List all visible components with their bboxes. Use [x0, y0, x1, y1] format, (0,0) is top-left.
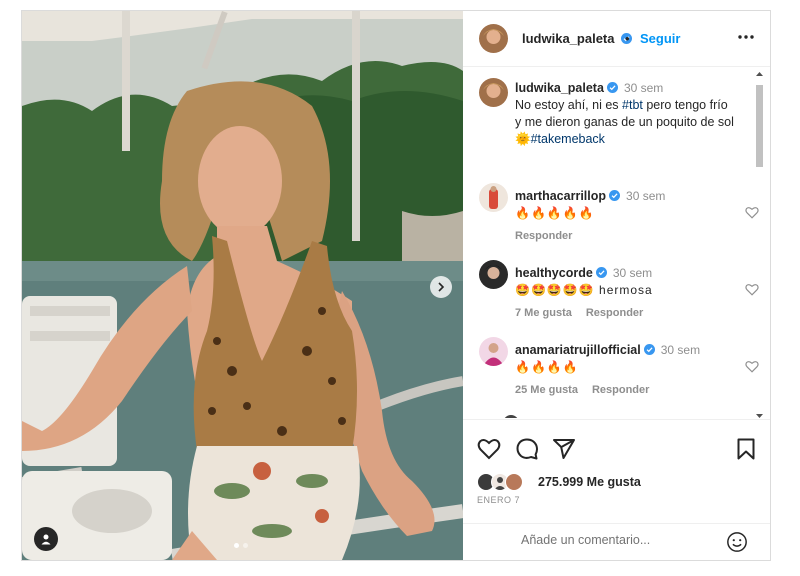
caption-text: No estoy ahí, ni es #tbt pero tengo frío… — [515, 97, 735, 148]
caption-time[interactable]: 30 sem — [624, 81, 663, 95]
emoji-icon[interactable] — [726, 531, 748, 553]
reply-button[interactable]: Responder — [586, 307, 643, 319]
comment-text: 🤩🤩🤩🤩🤩 hermosa — [515, 283, 653, 297]
verified-badge-icon — [643, 344, 655, 355]
comment-item: anamariatrujillofficial 30 sem 🔥🔥🔥🔥 25 Me… — [463, 337, 759, 409]
comment-text: 🔥🔥🔥🔥🔥 — [515, 206, 595, 220]
reply-button[interactable]: Responder — [592, 384, 649, 396]
carousel-dot — [243, 543, 248, 548]
comment-header: anamariatrujillofficial 30 sem — [515, 343, 700, 357]
post-side-panel: ludwika_paleta • Seguir ludwika_paleta 30… — [463, 11, 770, 560]
header-separator: • — [625, 31, 630, 46]
add-comment-bar — [463, 523, 770, 559]
user-tag-icon — [41, 534, 51, 545]
heart-icon[interactable] — [477, 437, 501, 461]
comment-text: 🔥🔥🔥🔥 — [515, 360, 579, 374]
more-horizontal-icon[interactable] — [736, 29, 756, 45]
user-tag-button[interactable] — [34, 527, 58, 551]
verified-badge-icon — [595, 267, 607, 278]
scrollbar-thumb[interactable] — [756, 85, 763, 167]
author-avatar[interactable] — [479, 24, 508, 53]
comment-likes[interactable]: 7 Me gusta — [515, 307, 572, 319]
scroll-up-icon[interactable] — [756, 71, 763, 77]
likes-count[interactable]: 275.999 Me gusta — [538, 475, 641, 489]
commenter-avatar-partial — [503, 415, 519, 418]
commenter-avatar[interactable] — [479, 183, 508, 212]
comment-meta: 7 Me gusta Responder — [515, 307, 657, 319]
hashtag-link[interactable]: #tbt — [622, 98, 643, 112]
comment-likes[interactable]: 25 Me gusta — [515, 384, 578, 396]
comment-item: marthacarrillop 30 sem 🔥🔥🔥🔥🔥 Responder — [463, 183, 759, 255]
comment-icon[interactable] — [515, 437, 539, 461]
comment-item: healthycorde 30 sem 🤩🤩🤩🤩🤩 hermosa 7 Me gu… — [463, 260, 759, 332]
comment-header: healthycorde 30 sem — [515, 266, 652, 280]
liker-avatar — [505, 473, 523, 491]
caption-avatar[interactable] — [479, 78, 508, 107]
comments-scrollbar[interactable] — [755, 71, 764, 419]
reply-button[interactable]: Responder — [515, 230, 572, 242]
carousel-indicator — [234, 543, 248, 548]
comment-time[interactable]: 30 sem — [613, 266, 652, 280]
author-username-text[interactable]: ludwika_paleta — [522, 31, 614, 46]
follow-button[interactable]: Seguir — [640, 31, 680, 46]
post-header: ludwika_paleta • Seguir — [463, 11, 770, 67]
comment-username[interactable]: healthycorde — [515, 266, 593, 280]
carousel-next-button[interactable] — [430, 276, 452, 298]
comment-header: marthacarrillop 30 sem — [515, 189, 665, 203]
send-icon[interactable] — [552, 437, 576, 461]
bookmark-icon[interactable] — [734, 437, 758, 461]
carousel-dot-active — [234, 543, 239, 548]
sun-emoji: 🌞 — [515, 132, 531, 146]
comment-username[interactable]: anamariatrujillofficial — [515, 343, 641, 357]
post-date[interactable]: ENERO 7 — [477, 495, 520, 505]
verified-badge-icon — [609, 190, 621, 201]
comment-username[interactable]: marthacarrillop — [515, 189, 606, 203]
post-media[interactable] — [22, 11, 463, 560]
comment-meta: 25 Me gusta Responder — [515, 384, 663, 396]
comment-time[interactable]: 30 sem — [626, 189, 665, 203]
caption-username[interactable]: ludwika_paleta — [515, 81, 604, 95]
post-photo — [22, 11, 463, 560]
caption-header: ludwika_paleta 30 sem — [515, 81, 663, 95]
hashtag-link[interactable]: #takemeback — [531, 132, 605, 146]
chevron-right-icon — [438, 282, 445, 292]
author-username[interactable]: ludwika_paleta — [522, 31, 633, 46]
comment-input[interactable] — [519, 532, 723, 548]
comment-time[interactable]: 30 sem — [661, 343, 700, 357]
verified-badge-icon — [606, 82, 618, 93]
commenter-avatar[interactable] — [479, 337, 508, 366]
commenter-avatar[interactable] — [479, 260, 508, 289]
comments-list[interactable]: ludwika_paleta 30 sem No estoy ahí, ni es… — [463, 68, 770, 418]
post-container: ludwika_paleta • Seguir ludwika_paleta 30… — [21, 10, 771, 561]
post-actions: 275.999 Me gusta ENERO 7 — [463, 419, 770, 559]
comment-meta: Responder — [515, 230, 586, 242]
caption-text-part: No estoy ahí, ni es — [515, 98, 623, 112]
caption: ludwika_paleta 30 sem No estoy ahí, ni es… — [463, 68, 753, 178]
